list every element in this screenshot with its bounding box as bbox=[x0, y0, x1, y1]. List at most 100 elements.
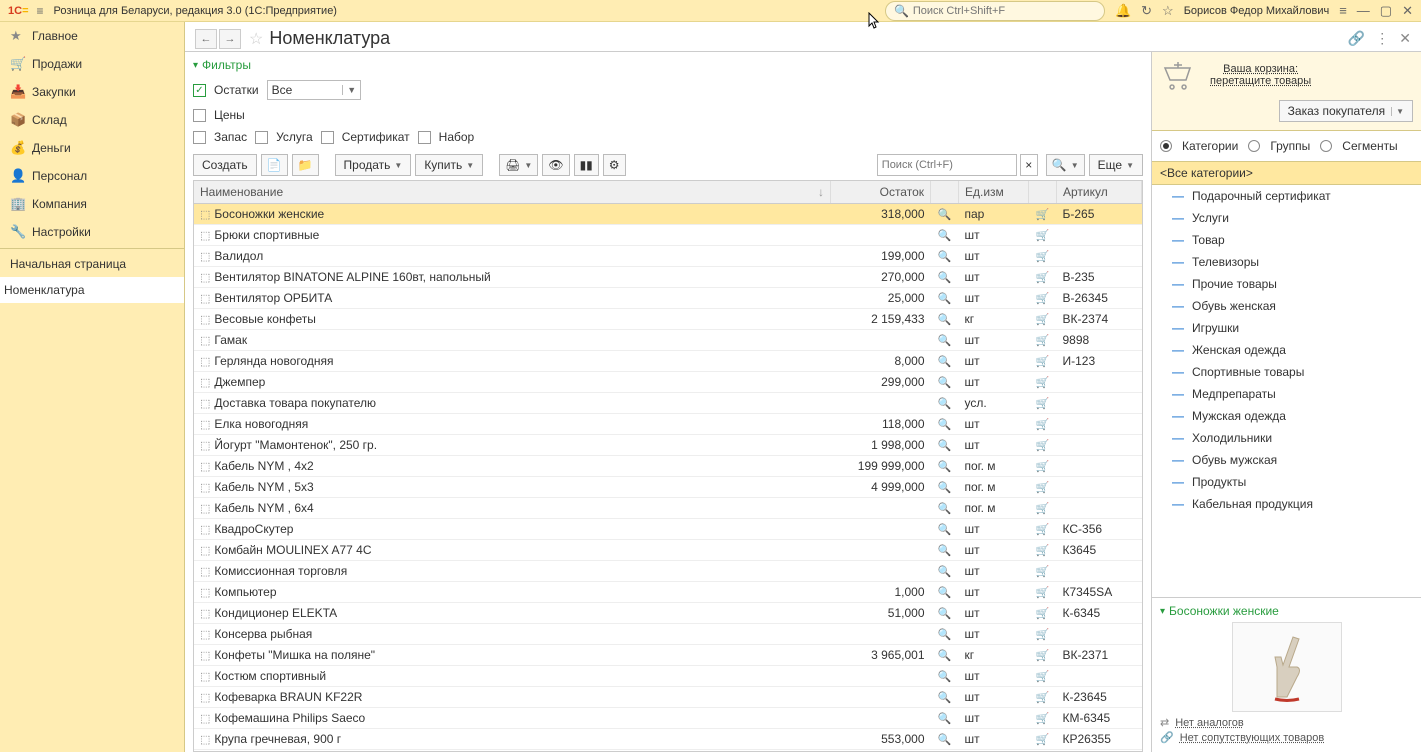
magnifier-icon[interactable]: 🔍 bbox=[938, 251, 952, 263]
magnifier-icon[interactable]: 🔍 bbox=[938, 272, 952, 284]
magnifier-icon[interactable]: 🔍 bbox=[938, 482, 952, 494]
bell-icon[interactable]: 🔔 bbox=[1115, 3, 1131, 19]
category-item[interactable]: —Спортивные товары bbox=[1152, 361, 1421, 383]
category-item[interactable]: —Медпрепараты bbox=[1152, 383, 1421, 405]
table-row[interactable]: ⬚Конфеты "Мишка на поляне"3 965,001🔍кг🛒В… bbox=[194, 645, 1142, 666]
radio-categories[interactable] bbox=[1160, 140, 1172, 152]
preview-toggle[interactable]: ▾ Босоножки женские bbox=[1160, 604, 1413, 618]
table-row[interactable]: ⬚Герлянда новогодняя8,000🔍шт🛒И-123 bbox=[194, 351, 1142, 372]
nav-item-5[interactable]: 👤Персонал bbox=[0, 162, 184, 190]
add-to-cart-icon[interactable]: 🛒 bbox=[1036, 608, 1050, 620]
buy-button[interactable]: Купить▼ bbox=[415, 154, 483, 176]
add-to-cart-icon[interactable]: 🛒 bbox=[1036, 251, 1050, 263]
more-icon[interactable]: ⋮ bbox=[1375, 30, 1389, 47]
table-row[interactable]: ⬚Компьютер1,000🔍шт🛒К7345SA bbox=[194, 582, 1142, 603]
category-item[interactable]: —Продукты bbox=[1152, 471, 1421, 493]
add-to-cart-icon[interactable]: 🛒 bbox=[1036, 419, 1050, 431]
add-to-cart-icon[interactable]: 🛒 bbox=[1036, 650, 1050, 662]
balances-select[interactable]: Все ▼ bbox=[267, 80, 362, 100]
create-button[interactable]: Создать bbox=[193, 154, 257, 176]
add-to-cart-icon[interactable]: 🛒 bbox=[1036, 734, 1050, 746]
magnifier-icon[interactable]: 🔍 bbox=[938, 629, 952, 641]
add-to-cart-icon[interactable]: 🛒 bbox=[1036, 671, 1050, 683]
table-row[interactable]: ⬚Весовые конфеты2 159,433🔍кг🛒ВК-2374 bbox=[194, 309, 1142, 330]
set-checkbox[interactable] bbox=[418, 131, 431, 144]
gear-button[interactable]: ⚙ bbox=[603, 154, 626, 176]
maximize-icon[interactable]: ▢ bbox=[1380, 3, 1392, 19]
magnifier-icon[interactable]: 🔍 bbox=[938, 524, 952, 536]
magnifier-icon[interactable]: 🔍 bbox=[938, 608, 952, 620]
category-item[interactable]: —Холодильники bbox=[1152, 427, 1421, 449]
table-row[interactable]: ⬚Гамак🔍шт🛒9898 bbox=[194, 330, 1142, 351]
col-balance[interactable]: Остаток bbox=[831, 181, 931, 204]
favorite-icon[interactable]: ☆ bbox=[249, 29, 263, 49]
nav-item-3[interactable]: 📦Склад bbox=[0, 106, 184, 134]
view-button[interactable]: 👁 bbox=[542, 154, 569, 176]
magnifier-icon[interactable]: 🔍 bbox=[938, 461, 952, 473]
nav-item-0[interactable]: ★Главное bbox=[0, 22, 184, 50]
magnifier-icon[interactable]: 🔍 bbox=[938, 671, 952, 683]
table-row[interactable]: ⬚Джемпер299,000🔍шт🛒 bbox=[194, 372, 1142, 393]
stock-checkbox[interactable] bbox=[193, 131, 206, 144]
add-to-cart-icon[interactable]: 🛒 bbox=[1036, 566, 1050, 578]
add-to-cart-icon[interactable]: 🛒 bbox=[1036, 356, 1050, 368]
add-to-cart-icon[interactable]: 🛒 bbox=[1036, 314, 1050, 326]
table-search-input[interactable] bbox=[882, 159, 1012, 171]
add-to-cart-icon[interactable]: 🛒 bbox=[1036, 461, 1050, 473]
category-item[interactable]: —Услуги bbox=[1152, 207, 1421, 229]
category-item[interactable]: —Телевизоры bbox=[1152, 251, 1421, 273]
nav-item-2[interactable]: 📥Закупки bbox=[0, 78, 184, 106]
radio-segments[interactable] bbox=[1320, 140, 1332, 152]
category-item[interactable]: —Обувь женская bbox=[1152, 295, 1421, 317]
category-item[interactable]: —Прочие товары bbox=[1152, 273, 1421, 295]
user-name[interactable]: Борисов Федор Михайлович bbox=[1184, 5, 1330, 17]
table-row[interactable]: ⬚Брюки спортивные🔍шт🛒 bbox=[194, 225, 1142, 246]
magnifier-icon[interactable]: 🔍 bbox=[938, 377, 952, 389]
magnifier-icon[interactable]: 🔍 bbox=[938, 356, 952, 368]
table-row[interactable]: ⬚Кабель NYM , 4x2199 999,000🔍пог. м🛒 bbox=[194, 456, 1142, 477]
history-icon[interactable]: ↻ bbox=[1141, 3, 1152, 19]
table-row[interactable]: ⬚Йогурт "Мамонтенок", 250 гр.1 998,000🔍ш… bbox=[194, 435, 1142, 456]
magnifier-icon[interactable]: 🔍 bbox=[938, 398, 952, 410]
settings-icon[interactable]: ≡ bbox=[1339, 3, 1347, 18]
nav-item-4[interactable]: 💰Деньги bbox=[0, 134, 184, 162]
copy-button[interactable]: 📄 bbox=[261, 154, 288, 176]
nav-bottom-1[interactable]: Номенклатура bbox=[0, 277, 184, 303]
table-row[interactable]: ⬚Комиссионная торговля🔍шт🛒 bbox=[194, 561, 1142, 582]
magnifier-icon[interactable]: 🔍 bbox=[938, 503, 952, 515]
magnifier-icon[interactable]: 🔍 bbox=[938, 692, 952, 704]
add-to-cart-icon[interactable]: 🛒 bbox=[1036, 230, 1050, 242]
add-to-cart-icon[interactable]: 🛒 bbox=[1036, 209, 1050, 221]
filters-toggle[interactable]: ▾ Фильтры bbox=[193, 58, 1143, 72]
table-search[interactable] bbox=[877, 154, 1017, 176]
magnifier-icon[interactable]: 🔍 bbox=[938, 335, 952, 347]
category-item[interactable]: —Мужская одежда bbox=[1152, 405, 1421, 427]
more-button[interactable]: Еще▼ bbox=[1089, 154, 1143, 176]
find-button[interactable]: 🔍▼ bbox=[1046, 154, 1085, 176]
table-row[interactable]: ⬚Вентилятор BINATONE ALPINE 160вт, напол… bbox=[194, 267, 1142, 288]
service-checkbox[interactable] bbox=[255, 131, 268, 144]
balances-checkbox[interactable]: ✓ bbox=[193, 84, 206, 97]
add-to-cart-icon[interactable]: 🛒 bbox=[1036, 524, 1050, 536]
magnifier-icon[interactable]: 🔍 bbox=[938, 545, 952, 557]
barcode-button[interactable]: ▮▮ bbox=[574, 154, 599, 176]
nav-item-6[interactable]: 🏢Компания bbox=[0, 190, 184, 218]
magnifier-icon[interactable]: 🔍 bbox=[938, 566, 952, 578]
nav-item-1[interactable]: 🛒Продажи bbox=[0, 50, 184, 78]
clear-search-button[interactable]: × bbox=[1020, 154, 1038, 176]
no-analogues-link[interactable]: Нет аналогов bbox=[1175, 717, 1244, 729]
radio-groups[interactable] bbox=[1248, 140, 1260, 152]
magnifier-icon[interactable]: 🔍 bbox=[938, 419, 952, 431]
add-to-cart-icon[interactable]: 🛒 bbox=[1036, 398, 1050, 410]
col-article[interactable]: Артикул bbox=[1057, 181, 1142, 204]
cart-link[interactable]: Ваша корзина:перетащите товары bbox=[1210, 63, 1311, 87]
print-button[interactable]: 🖨▼ bbox=[499, 154, 538, 176]
customer-order-button[interactable]: Заказ покупателя▼ bbox=[1279, 100, 1413, 122]
add-to-cart-icon[interactable]: 🛒 bbox=[1036, 335, 1050, 347]
magnifier-icon[interactable]: 🔍 bbox=[938, 734, 952, 746]
category-item[interactable]: —Подарочный сертификат bbox=[1152, 185, 1421, 207]
prices-checkbox[interactable] bbox=[193, 109, 206, 122]
add-to-cart-icon[interactable]: 🛒 bbox=[1036, 503, 1050, 515]
table-row[interactable]: ⬚Костюм спортивный🔍шт🛒 bbox=[194, 666, 1142, 687]
cert-checkbox[interactable] bbox=[321, 131, 334, 144]
